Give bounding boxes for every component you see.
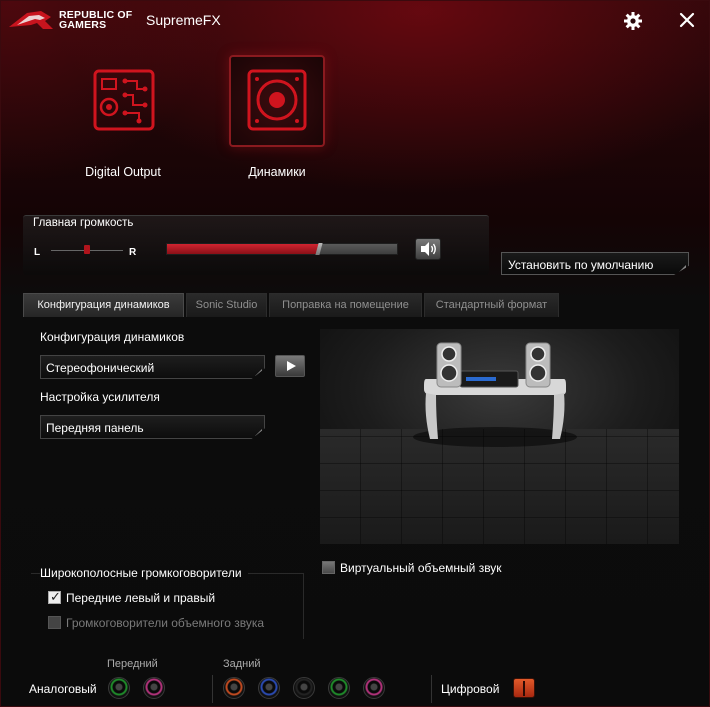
speaker-config-label: Конфигурация динамиков xyxy=(40,330,185,344)
tab-room-correction[interactable]: Поправка на помещение xyxy=(269,293,422,317)
dropdown-arrow-icon xyxy=(255,369,262,376)
virtual-surround-label: Виртуальный объемный звук xyxy=(340,561,502,575)
device-tile-active xyxy=(229,55,325,147)
amplifier-setting-value: Передняя панель xyxy=(46,421,144,435)
volume-slider-fill xyxy=(167,244,319,254)
master-volume-panel: Главная громкость L R xyxy=(23,215,489,275)
master-volume-title: Главная громкость xyxy=(33,217,134,229)
balance-left-label: L xyxy=(34,247,41,258)
speaker-stand-illustration-icon xyxy=(413,342,577,447)
tab-sonic-studio[interactable]: Sonic Studio xyxy=(186,293,267,317)
speaker-config-value: Стереофонический xyxy=(46,361,155,375)
front-lr-label: Передние левый и правый xyxy=(66,591,216,605)
speaker-volume-icon xyxy=(421,242,436,256)
set-default-label: Установить по умолчанию xyxy=(508,258,654,272)
rear-jack-green[interactable] xyxy=(328,677,350,699)
device-tile xyxy=(75,55,171,147)
app-title: SupremeFX xyxy=(146,12,221,28)
analog-label: Аналоговый xyxy=(29,682,97,696)
speaker-config-select[interactable]: Стереофонический xyxy=(40,355,265,379)
tab-default-format[interactable]: Стандартный формат xyxy=(424,293,559,317)
device-label: Digital Output xyxy=(85,165,161,179)
mute-button[interactable] xyxy=(415,238,441,260)
separator xyxy=(212,675,213,703)
rear-jack-blue[interactable] xyxy=(258,677,280,699)
brand-line2: GAMERS xyxy=(59,19,107,31)
set-default-button[interactable]: Установить по умолчанию xyxy=(501,252,689,275)
separator xyxy=(431,675,432,703)
balance-slider-handle[interactable] xyxy=(84,245,90,254)
device-label: Динамики xyxy=(248,165,306,179)
front-jacks-label: Передний xyxy=(107,658,158,670)
balance-right-label: R xyxy=(129,247,137,258)
amplifier-setting-label: Настройка усилителя xyxy=(40,390,160,404)
rear-jack-black[interactable] xyxy=(293,677,315,699)
play-test-button[interactable] xyxy=(275,355,305,377)
rear-jacks-label: Задний xyxy=(223,658,261,670)
speaker-preview xyxy=(320,329,679,544)
front-jack-green[interactable] xyxy=(108,677,130,699)
digital-output-icon xyxy=(93,69,155,131)
speaker-icon xyxy=(247,69,307,131)
close-icon[interactable] xyxy=(677,10,697,30)
checkbox-box-disabled xyxy=(48,616,61,629)
checkbox-box[interactable] xyxy=(322,561,335,574)
front-jack-pink[interactable] xyxy=(143,677,165,699)
tab-speaker-config[interactable]: Конфигурация динамиков xyxy=(23,293,184,317)
device-speakers[interactable]: Динамики xyxy=(227,55,327,179)
gear-icon[interactable] xyxy=(623,11,643,31)
rear-jack-pink[interactable] xyxy=(363,677,385,699)
dropdown-arrow-icon xyxy=(255,429,262,436)
digital-label: Цифровой xyxy=(441,682,500,696)
device-digital-output[interactable]: Digital Output xyxy=(73,55,173,179)
volume-slider[interactable] xyxy=(166,243,398,255)
amplifier-setting-select[interactable]: Передняя панель xyxy=(40,415,265,439)
checkbox-box-checked[interactable] xyxy=(48,589,61,605)
surround-speakers-label: Громкоговорители объемного звука xyxy=(66,616,265,630)
title-bar[interactable]: REPUBLIC OF GAMERS SupremeFX xyxy=(1,1,709,41)
wideband-speakers-title: Широкополосные громкоговорители xyxy=(40,566,248,580)
brand-text: REPUBLIC OF GAMERS xyxy=(59,10,132,31)
app-window: REPUBLIC OF GAMERS SupremeFX Digital Out… xyxy=(0,0,710,707)
corner-indicator-icon xyxy=(679,265,686,272)
digital-jack-icon[interactable] xyxy=(513,678,535,698)
rear-jack-orange[interactable] xyxy=(223,677,245,699)
